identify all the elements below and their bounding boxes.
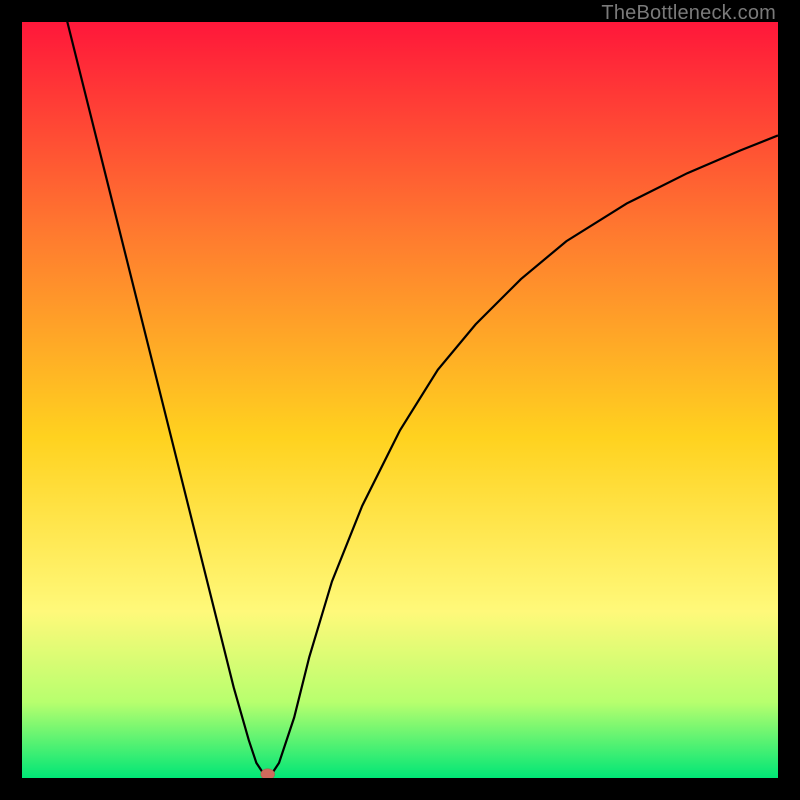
- bottleneck-chart: [22, 22, 778, 778]
- optimal-point-marker: [261, 769, 275, 778]
- gradient-background: [22, 22, 778, 778]
- chart-frame: [22, 22, 778, 778]
